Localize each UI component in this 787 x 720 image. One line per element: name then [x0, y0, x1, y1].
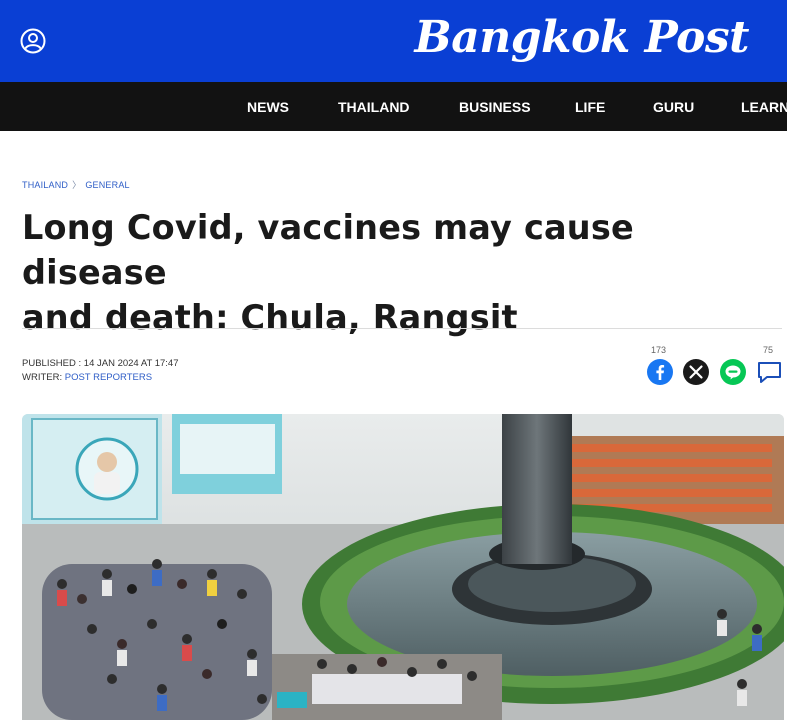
writer-label: WRITER: — [22, 372, 65, 383]
divider — [22, 328, 782, 329]
headline-line-2: and death: Chula, Rangsit — [22, 298, 518, 337]
x-icon — [683, 359, 709, 385]
user-account-icon[interactable] — [19, 27, 47, 55]
nav-item-guru[interactable]: GURU — [653, 82, 694, 131]
nav-item-news[interactable]: NEWS — [247, 82, 289, 131]
comment-count: 75 — [763, 345, 774, 355]
x-share-button[interactable] — [683, 359, 709, 385]
comment-icon — [758, 362, 781, 383]
hero-photo — [22, 414, 784, 720]
published-line: PUBLISHED : 14 JAN 2024 AT 17:47 — [22, 357, 179, 371]
published-label: PUBLISHED : — [22, 358, 84, 369]
nav-item-learn[interactable]: LEARN — [741, 82, 787, 131]
writer-link[interactable]: POST REPORTERS — [65, 372, 152, 383]
comment-button[interactable] — [756, 359, 782, 385]
breadcrumb: THAILAND 〉 GENERAL — [22, 178, 130, 191]
published-date: 14 JAN 2024 AT 17:47 — [83, 358, 179, 369]
line-icon — [720, 359, 746, 385]
nav-item-business[interactable]: BUSINESS — [459, 82, 531, 131]
article-meta: PUBLISHED : 14 JAN 2024 AT 17:47 WRITER:… — [22, 357, 179, 385]
breadcrumb-thailand[interactable]: THAILAND — [22, 180, 68, 190]
line-share-button[interactable] — [720, 359, 746, 385]
headline-line-1: Long Covid, vaccines may cause disease — [22, 208, 634, 292]
article-headline: Long Covid, vaccines may cause disease a… — [22, 205, 782, 340]
writer-line: WRITER: POST REPORTERS — [22, 371, 179, 385]
nav-item-life[interactable]: LIFE — [575, 82, 605, 131]
nav-item-thailand[interactable]: THAILAND — [338, 82, 410, 131]
site-header: Bangkok Post — [0, 0, 787, 82]
site-logo[interactable]: Bangkok Post — [415, 8, 750, 68]
photo-vaccination-centre — [22, 414, 784, 720]
facebook-share-button[interactable] — [647, 359, 673, 385]
chevron-right-icon: 〉 — [72, 180, 82, 190]
facebook-share-count: 173 — [651, 345, 667, 355]
main-nav: NEWS THAILAND BUSINESS LIFE GURU LEARN — [0, 82, 787, 131]
breadcrumb-general[interactable]: GENERAL — [85, 180, 129, 190]
facebook-icon — [647, 359, 673, 385]
